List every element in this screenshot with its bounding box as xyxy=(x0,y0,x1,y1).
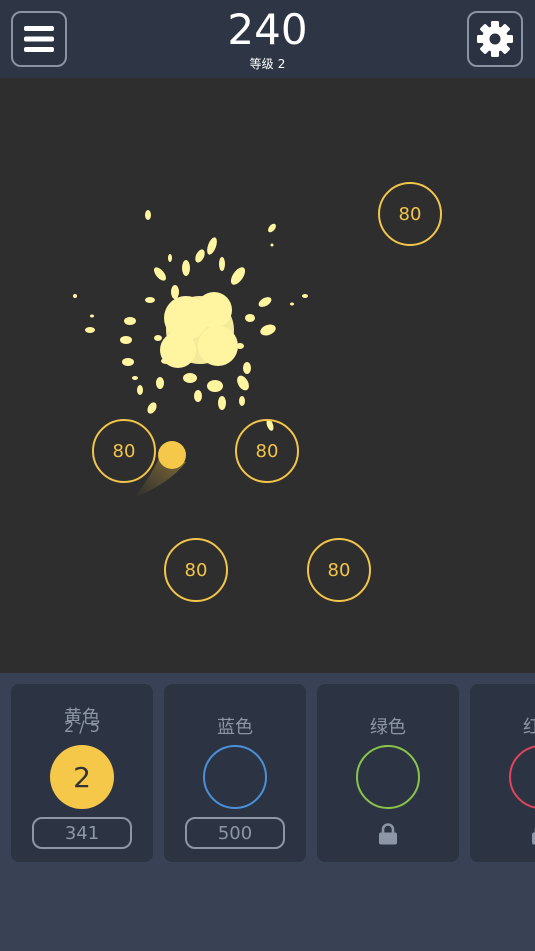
gear-icon xyxy=(477,21,513,57)
color-ball-blue xyxy=(203,745,267,809)
explosion-effect xyxy=(73,210,308,498)
upgrade-price-button[interactable]: 341 xyxy=(32,817,132,849)
color-selector-panel: 黄色 2 / 5 2 341 蓝色 500 绿色 红色 xyxy=(0,673,535,951)
color-card-red[interactable]: 红色 xyxy=(470,684,535,862)
target-block: 80 xyxy=(307,538,371,602)
settings-button[interactable] xyxy=(467,11,523,67)
target-block: 80 xyxy=(235,419,299,483)
target-block: 80 xyxy=(164,538,228,602)
color-card-blue[interactable]: 蓝色 500 xyxy=(164,684,306,862)
level-value: 2 xyxy=(277,57,286,71)
color-ball-green xyxy=(356,745,420,809)
game-field[interactable]: 80 80 80 80 80 xyxy=(0,78,535,673)
top-bar: 240 等级 2 xyxy=(0,0,535,78)
color-card-yellow[interactable]: 黄色 2 / 5 2 341 xyxy=(11,684,153,862)
target-block: 80 xyxy=(378,182,442,246)
target-block: 80 xyxy=(92,419,156,483)
color-card-green[interactable]: 绿色 xyxy=(317,684,459,862)
color-name: 绿色 xyxy=(370,717,406,738)
upgrade-progress: 2 / 5 xyxy=(64,717,100,736)
score: 240 xyxy=(227,5,308,54)
level-label: 等级 xyxy=(249,57,274,71)
color-ball-yellow: 2 xyxy=(50,745,114,809)
buy-price-button[interactable]: 500 xyxy=(185,817,285,849)
particle-burst xyxy=(73,210,308,431)
color-name: 红色 xyxy=(523,717,535,738)
color-name: 蓝色 xyxy=(217,717,253,738)
color-ball-red xyxy=(509,745,535,809)
lock-icon xyxy=(379,823,397,845)
lock-icon xyxy=(532,827,535,845)
level-indicator: 等级 2 xyxy=(0,56,535,72)
ball xyxy=(158,441,186,469)
